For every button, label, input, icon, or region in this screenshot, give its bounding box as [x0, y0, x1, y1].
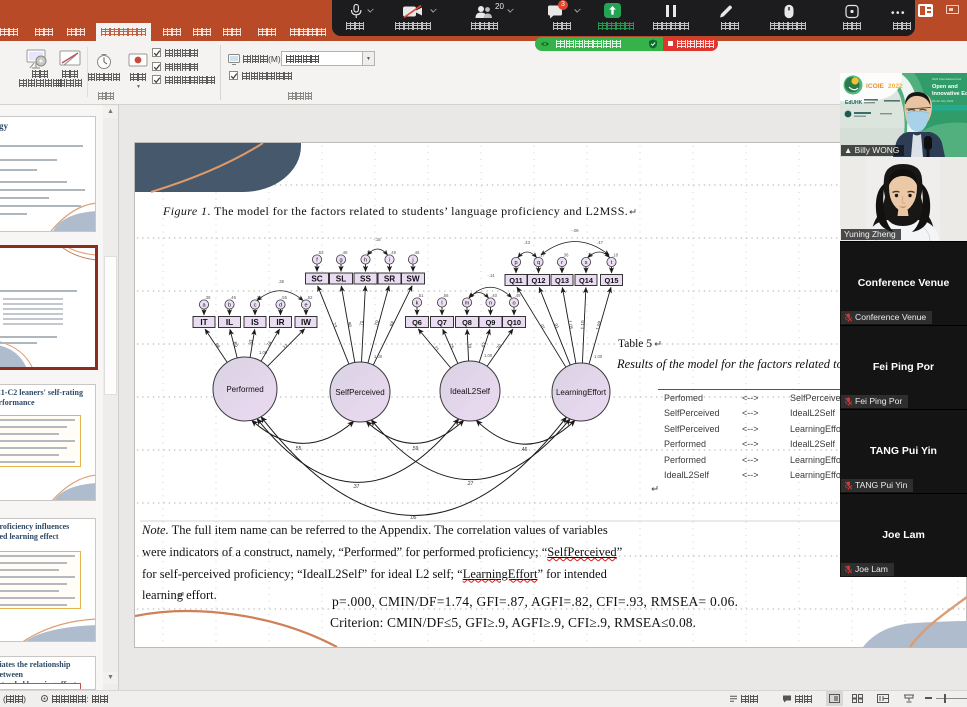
- svg-text:.46: .46: [414, 250, 420, 255]
- svg-text:Q11: Q11: [509, 276, 523, 285]
- svg-text:g: g: [339, 258, 342, 264]
- svg-text:SR: SR: [384, 274, 395, 283]
- svg-text:q: q: [537, 260, 540, 266]
- svg-text:.21: .21: [587, 253, 593, 258]
- svg-text:-.14: -.14: [487, 273, 495, 278]
- svg-text:.70: .70: [495, 343, 503, 351]
- svg-text:p: p: [514, 260, 517, 266]
- svg-text:l: l: [441, 301, 442, 307]
- svg-text:.74: .74: [265, 340, 273, 348]
- svg-text:.71: .71: [432, 344, 440, 352]
- svg-text:.38: .38: [205, 295, 211, 300]
- svg-text:.38: .38: [278, 279, 284, 284]
- svg-text:1.00: 1.00: [594, 354, 603, 359]
- svg-text:1.00: 1.00: [374, 354, 383, 359]
- svg-text:EdUHK: EdUHK: [845, 100, 863, 106]
- svg-text:i: i: [389, 258, 390, 264]
- svg-text:.70: .70: [467, 342, 472, 349]
- svg-text:s: s: [585, 260, 588, 266]
- svg-text:1.00: 1.00: [484, 353, 493, 358]
- svg-text:c: c: [254, 303, 257, 309]
- svg-text:IR: IR: [276, 318, 284, 327]
- svg-text:2022 International Conf: 2022 International Conf: [932, 77, 961, 81]
- svg-text:.91: .91: [553, 322, 560, 330]
- svg-text:.56: .56: [443, 293, 449, 298]
- svg-text:.49: .49: [515, 293, 521, 298]
- svg-text:Q12: Q12: [532, 276, 546, 285]
- svg-text:LearningEffort: LearningEffort: [556, 388, 607, 397]
- svg-text:.27: .27: [467, 481, 474, 487]
- svg-text:1.10: 1.10: [580, 320, 585, 330]
- svg-text:.71: .71: [359, 320, 364, 327]
- svg-text:.73: .73: [331, 321, 338, 329]
- svg-text:-.06: -.06: [571, 228, 579, 233]
- svg-text:n: n: [489, 301, 492, 307]
- svg-text:Q6: Q6: [412, 318, 422, 327]
- svg-text:b: b: [228, 303, 231, 309]
- svg-text:.72: .72: [281, 343, 289, 351]
- svg-text:.40: .40: [491, 293, 497, 298]
- svg-text:h: h: [364, 258, 367, 264]
- svg-text:Performed: Performed: [226, 385, 263, 394]
- svg-text:.70: .70: [373, 319, 380, 327]
- svg-text:o: o: [512, 301, 515, 307]
- svg-text:SS: SS: [360, 274, 371, 283]
- svg-text:-.18: -.18: [373, 237, 381, 242]
- svg-text:SC: SC: [311, 274, 322, 283]
- svg-text:r: r: [561, 260, 563, 266]
- svg-text:IL: IL: [226, 318, 233, 327]
- svg-text:.43: .43: [524, 240, 530, 245]
- svg-text:.53: .53: [318, 250, 324, 255]
- svg-text:Q7: Q7: [437, 318, 447, 327]
- svg-text:Q10: Q10: [507, 318, 521, 327]
- svg-text:1.00: 1.00: [259, 350, 268, 355]
- svg-text:.52: .52: [307, 295, 313, 300]
- svg-text:j: j: [411, 258, 413, 264]
- svg-text:e: e: [304, 303, 307, 309]
- svg-text:d: d: [279, 303, 282, 309]
- svg-text:.18: .18: [612, 253, 618, 258]
- svg-text:Q8: Q8: [462, 318, 472, 327]
- svg-text:.89: .89: [232, 340, 239, 348]
- svg-text:.48: .48: [342, 250, 348, 255]
- svg-text:.55: .55: [281, 295, 287, 300]
- svg-text:.49: .49: [390, 250, 396, 255]
- svg-text:1.09: 1.09: [595, 320, 602, 330]
- svg-text:Q13: Q13: [555, 276, 569, 285]
- svg-text:.46: .46: [521, 447, 528, 453]
- svg-text:.17: .17: [539, 253, 545, 258]
- svg-text:.91: .91: [538, 322, 546, 330]
- svg-text:Innovative Ed: Innovative Ed: [932, 91, 967, 97]
- svg-text:Q9: Q9: [486, 318, 496, 327]
- svg-text:SelfPerceived: SelfPerceived: [335, 388, 384, 397]
- svg-text:ICOIE: ICOIE: [866, 83, 885, 90]
- svg-text:.37: .37: [353, 484, 360, 490]
- svg-text:IdealL2Self: IdealL2Self: [450, 387, 491, 396]
- svg-text:1.05: 1.05: [567, 320, 574, 330]
- svg-text:.55: .55: [295, 446, 302, 452]
- svg-text:Q14: Q14: [579, 276, 594, 285]
- svg-text:SL: SL: [336, 274, 346, 283]
- svg-text:.53: .53: [248, 339, 254, 347]
- svg-text:SW: SW: [406, 274, 419, 283]
- svg-text:Q15: Q15: [605, 276, 619, 285]
- svg-text:.98: .98: [346, 320, 352, 328]
- svg-text:IT: IT: [200, 318, 207, 327]
- svg-text:m: m: [465, 301, 470, 307]
- svg-text:Open and: Open and: [932, 84, 958, 90]
- svg-text:.98: .98: [213, 341, 221, 349]
- svg-text:.59: .59: [412, 446, 419, 452]
- svg-text:k: k: [416, 301, 419, 307]
- svg-text:IW: IW: [301, 318, 311, 327]
- svg-text:.75: .75: [448, 341, 455, 349]
- svg-text:.36: .36: [563, 253, 569, 258]
- svg-text:.51: .51: [418, 293, 424, 298]
- svg-text:IS: IS: [251, 318, 259, 327]
- svg-text:.46: .46: [230, 295, 236, 300]
- svg-text:2022: 2022: [888, 83, 903, 90]
- svg-text:.47: .47: [597, 240, 603, 245]
- svg-text:20-22 July 2022: 20-22 July 2022: [932, 99, 954, 103]
